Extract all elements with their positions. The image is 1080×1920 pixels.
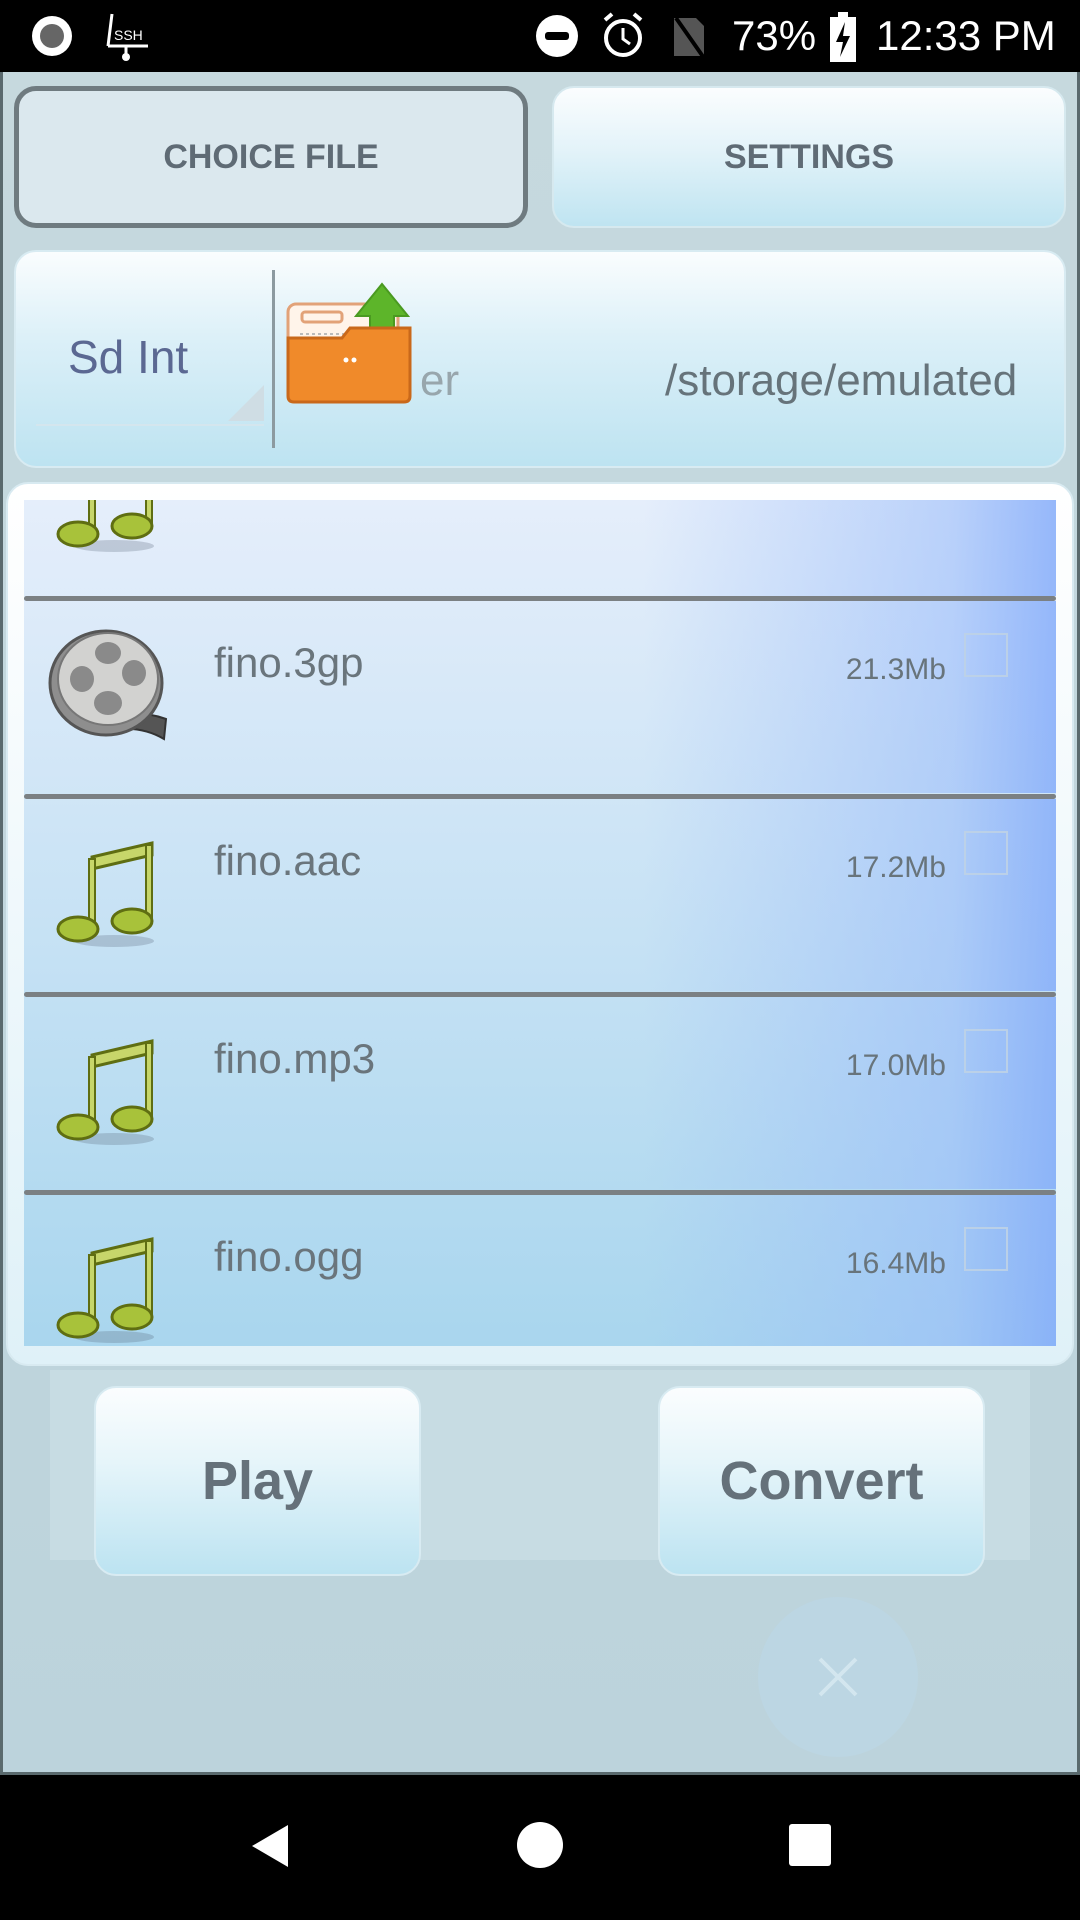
music-note-icon [56,500,154,552]
do-not-disturb-icon [536,15,578,57]
recents-icon[interactable] [788,1823,832,1867]
music-note-icon [56,1237,154,1343]
navigation-bar [0,1775,1080,1920]
file-checkbox[interactable] [964,1029,1008,1073]
film-reel-icon [48,629,168,741]
no-sim-icon [674,16,706,60]
file-name: fino.3gp [214,639,364,686]
file-name: fino.aac [214,837,362,884]
current-path: /storage/emulated [665,356,1018,405]
play-button[interactable]: Play [94,1386,421,1576]
clock: 12:33 PM [876,12,1056,59]
home-icon[interactable] [516,1821,564,1869]
svg-text:SSH: SSH [114,27,143,43]
close-button[interactable] [758,1597,918,1757]
status-bar: SSH 73% 12:33 PM [0,0,1080,72]
back-icon[interactable] [248,1823,292,1869]
file-checkbox[interactable] [964,831,1008,875]
battery-percent: 73% [732,12,817,59]
ssh-icon: SSH [106,13,148,61]
alarm-icon [603,12,643,57]
choice-file-button[interactable]: CHOICE FILE [14,86,528,228]
file-checkbox[interactable] [964,633,1008,677]
folder-up-icon[interactable] [284,282,418,404]
music-note-icon [56,841,154,947]
close-icon [818,1657,858,1697]
battery-charging-icon [830,12,856,62]
settings-button[interactable]: SETTINGS [552,86,1066,228]
file-size: 17.2Mb [845,851,946,884]
file-size: 16.4Mb [845,1247,946,1280]
file-name: fino.ogg [214,1233,364,1280]
record-icon [32,16,72,56]
file-size: 17.0Mb [845,1049,946,1082]
up-folder-label: er [420,356,460,405]
storage-selected-value: Sd Int [68,331,189,383]
file-size: 21.3Mb [845,653,946,686]
music-note-icon [56,1039,154,1145]
convert-button[interactable]: Convert [658,1386,985,1576]
file-row[interactable]: fino.aac 17.2Mb [24,799,1056,991]
file-row[interactable]: fino.ogg 16.4Mb [24,1195,1056,1346]
spinner-underline [36,424,264,426]
dropdown-arrow-icon [228,385,264,421]
file-row[interactable]: fino.3gp 21.3Mb [24,601,1056,793]
file-checkbox[interactable] [964,1227,1008,1271]
panel-divider [272,270,275,448]
file-list[interactable]: fino.3gp 21.3Mb fino.aac 17.2Mb fino.mp3 [24,500,1056,1346]
file-name: fino.mp3 [214,1035,376,1082]
file-row[interactable] [24,500,1056,596]
file-row[interactable]: fino.mp3 17.0Mb [24,997,1056,1189]
